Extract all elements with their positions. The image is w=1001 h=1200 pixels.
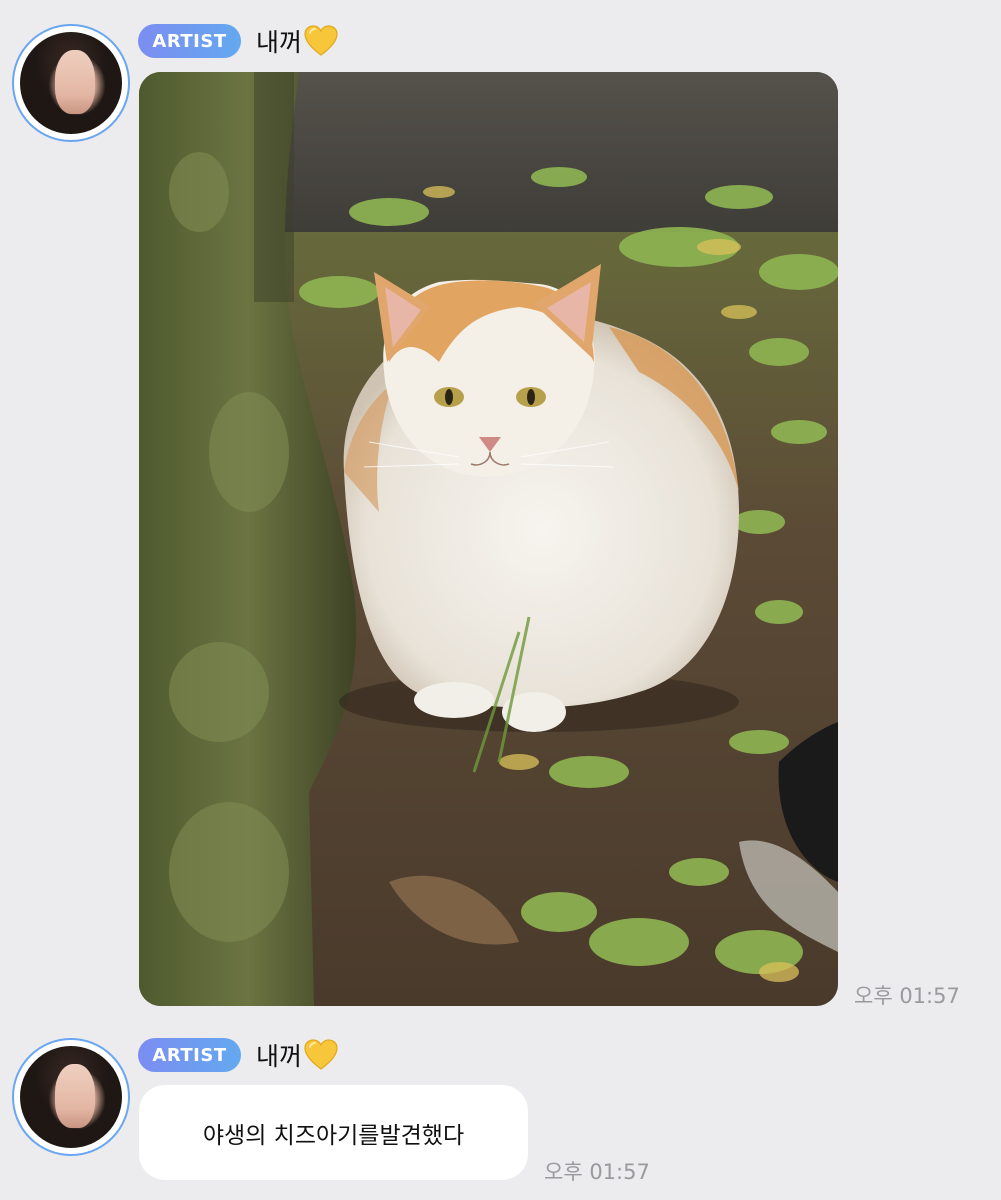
sender-name[interactable]: 내꺼 (256, 24, 338, 58)
chat-message-photo: ARTIST 내꺼 오후 01:57 (0, 0, 1001, 1020)
artist-avatar[interactable] (12, 1038, 130, 1156)
yellow-heart-icon (304, 1039, 338, 1070)
message-timestamp: 오후 01:57 (854, 984, 960, 1008)
message-photo[interactable] (139, 72, 838, 1006)
message-timestamp: 오후 01:57 (544, 1160, 650, 1184)
artist-badge: ARTIST (138, 24, 241, 58)
cat-photo-image (139, 72, 838, 1006)
chat-message-text: ARTIST 내꺼 야생의 치즈아기를발견했다 오후 01:57 (0, 1020, 1001, 1200)
message-bubble[interactable]: 야생의 치즈아기를발견했다 (139, 1085, 528, 1180)
avatar-photo (20, 32, 122, 134)
avatar-photo (20, 1046, 122, 1148)
sender-name-label: 내꺼 (256, 28, 303, 57)
message-text: 야생의 치즈아기를발견했다 (202, 1122, 465, 1149)
artist-badge: ARTIST (138, 1038, 241, 1072)
yellow-heart-icon (304, 25, 338, 56)
artist-avatar[interactable] (12, 24, 130, 142)
sender-name-label: 내꺼 (256, 1042, 303, 1071)
sender-name[interactable]: 내꺼 (256, 1038, 338, 1072)
